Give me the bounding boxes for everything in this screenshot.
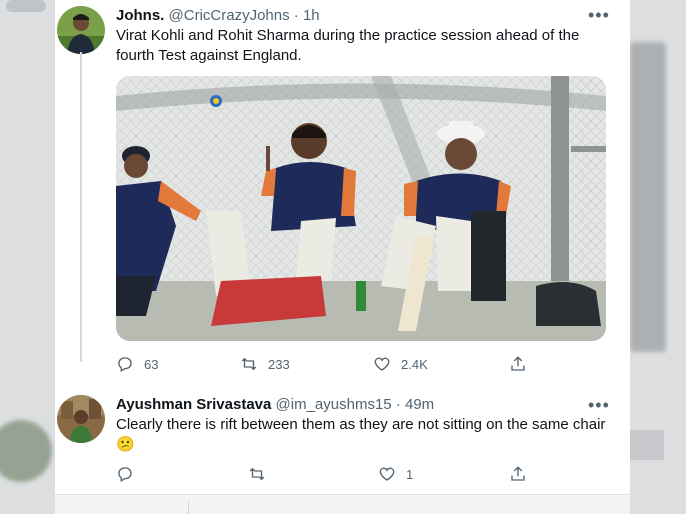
tweet-photo[interactable] <box>116 76 606 341</box>
more-options-icon[interactable]: ••• <box>588 6 610 24</box>
thread-connector-line <box>80 52 82 362</box>
author-handle[interactable]: @CricCrazyJohns <box>169 7 290 24</box>
like-button[interactable]: 2.4K <box>373 353 428 375</box>
reply-icon <box>118 467 132 482</box>
separator: · <box>293 7 299 24</box>
reply-button[interactable] <box>116 463 144 485</box>
retweet-icon <box>241 357 257 371</box>
share-button[interactable] <box>509 463 537 485</box>
separator: · <box>395 396 401 413</box>
retweet-button[interactable] <box>248 463 276 485</box>
reply-text-content: Clearly there is rift between them as th… <box>116 416 606 433</box>
background-left <box>0 0 60 514</box>
like-button[interactable]: 1 <box>378 463 413 485</box>
reply-icon <box>118 357 132 372</box>
background-avatar-blur <box>0 420 52 482</box>
avatar[interactable] <box>57 6 105 54</box>
tweet-header: Johns. @CricCrazyJohns · 1h <box>116 6 320 26</box>
cricket-practice-photo-icon <box>116 76 606 341</box>
reply-text: Clearly there is rift between them as th… <box>116 415 616 455</box>
avatar[interactable] <box>57 395 105 443</box>
like-count: 2.4K <box>401 356 428 372</box>
reply-header: Ayushman Srivastava @im_ayushms15 · 49m <box>116 395 434 415</box>
more-options-icon[interactable]: ••• <box>588 396 610 414</box>
confused-face-emoji: 😕 <box>116 436 135 453</box>
timestamp[interactable]: 1h <box>303 7 320 24</box>
background-blur <box>6 0 46 12</box>
reply-actions: 1 <box>116 463 586 485</box>
retweet-count: 233 <box>268 356 290 372</box>
retweet-icon <box>249 467 265 481</box>
like-count: 1 <box>406 466 414 482</box>
tweet-actions: 63 233 2.4K <box>116 353 586 375</box>
heart-icon <box>379 467 395 481</box>
author-name[interactable]: Ayushman Srivastava <box>116 396 271 413</box>
reply-tweet[interactable]: Ayushman Srivastava @im_ayushms15 · 49m … <box>55 390 630 494</box>
author-handle[interactable]: @im_ayushms15 <box>276 396 392 413</box>
original-tweet[interactable]: Johns. @CricCrazyJohns · 1h ••• Virat Ko… <box>55 0 630 380</box>
reply-button[interactable]: 63 <box>116 353 158 375</box>
share-icon <box>511 466 525 481</box>
tweet-text: Virat Kohli and Rohit Sharma during the … <box>116 27 580 64</box>
background-right <box>624 0 686 514</box>
share-icon <box>511 356 525 371</box>
background-blur <box>630 42 666 352</box>
divider <box>188 501 189 514</box>
share-button[interactable] <box>509 353 537 375</box>
reply-count: 63 <box>144 356 159 372</box>
retweet-button[interactable]: 233 <box>240 353 290 375</box>
card-footer <box>55 494 630 514</box>
author-name[interactable]: Johns. <box>116 7 164 24</box>
timestamp[interactable]: 49m <box>405 396 434 413</box>
background-blur <box>624 430 664 460</box>
heart-icon <box>374 357 390 371</box>
tweet-thread-card: Johns. @CricCrazyJohns · 1h ••• Virat Ko… <box>55 0 630 494</box>
